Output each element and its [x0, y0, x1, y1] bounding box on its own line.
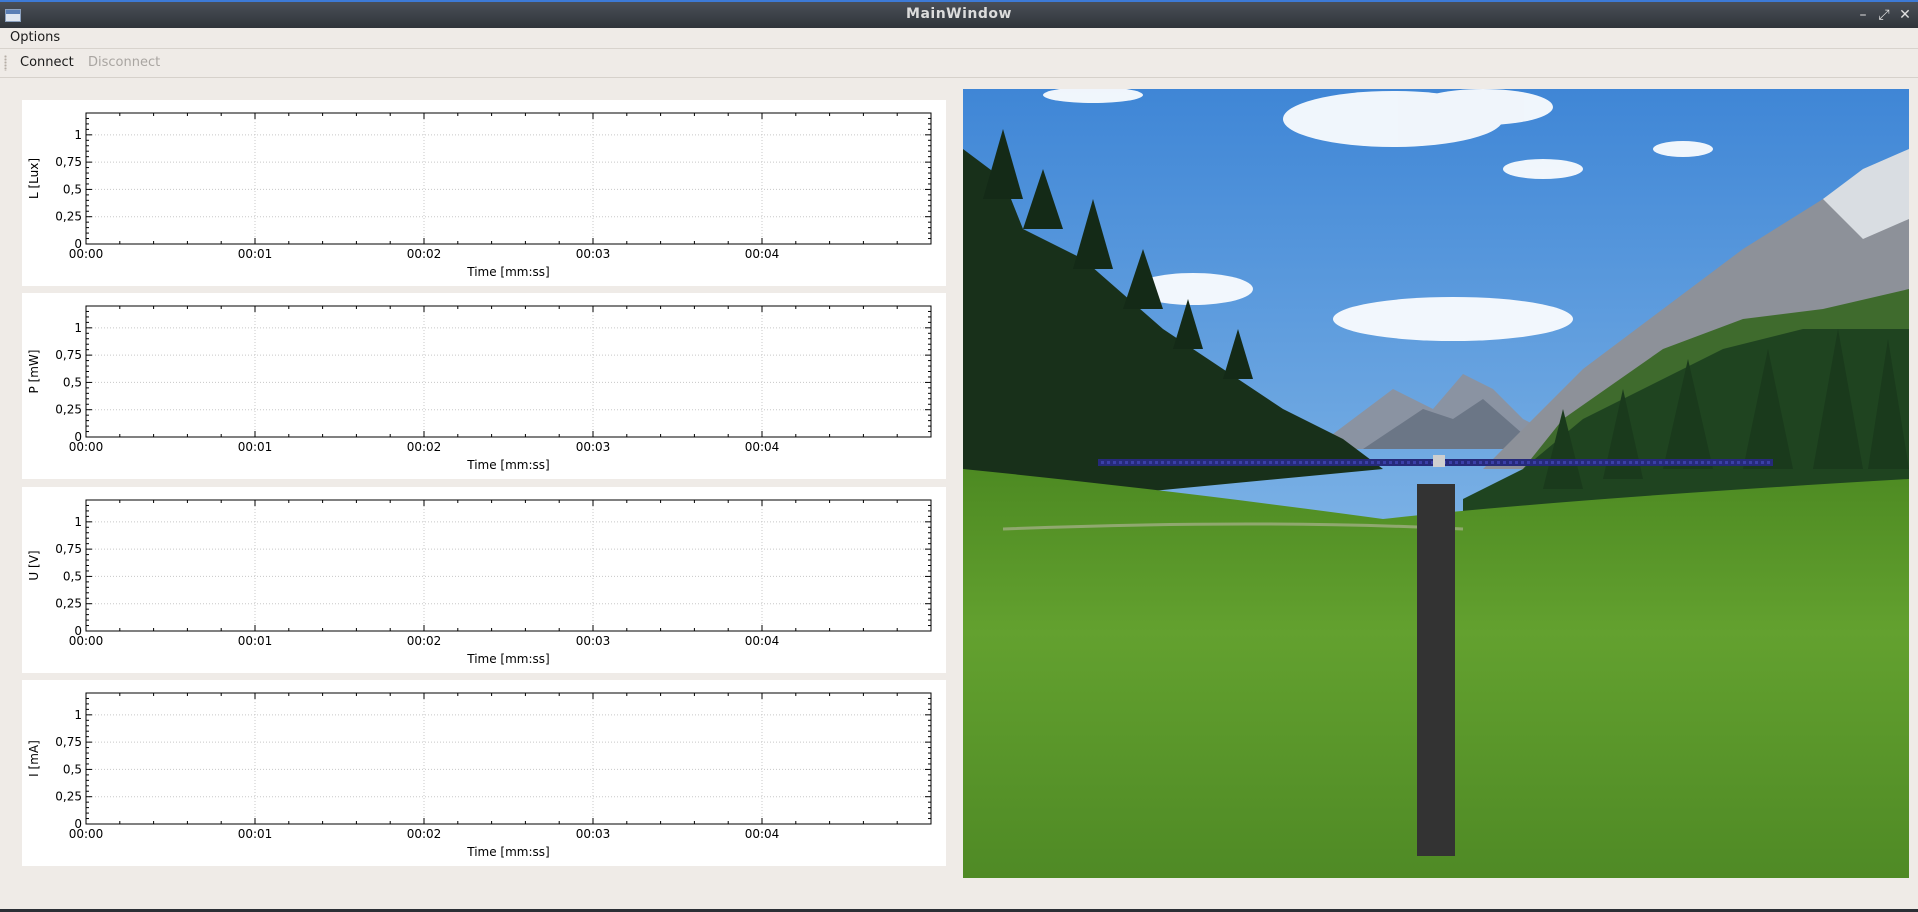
- solar-panel-left: [1098, 459, 1438, 466]
- panel-hinge: [1433, 455, 1445, 467]
- window-title: MainWindow: [906, 6, 1012, 22]
- y-axis-title: U [V]: [27, 550, 41, 580]
- x-tick-label: 00:04: [745, 634, 780, 648]
- y-tick-label: 0,75: [55, 155, 82, 169]
- y-tick-label: 0,25: [55, 403, 82, 417]
- menu-bar: Options: [0, 28, 1918, 49]
- power-plot: 00,250,50,75100:00 00:01 00:02 00:03 00:04Ti…: [27, 305, 932, 472]
- x-tick-label: 00:02: [407, 440, 442, 454]
- y-tick-label: 1: [74, 708, 82, 722]
- x-tick-label: 00:04: [745, 827, 780, 841]
- scene-svg: [963, 89, 1909, 878]
- plot-panel-power: 0 0,25 0,5 0,75 1 00:00 00:01 00:02 00:03 00:04 Ti…: [22, 293, 946, 479]
- plot-panel-voltage: 0 0,25 0,5 0,75 1 00:00 00:01 00:02 00:03 00:04 Ti…: [22, 487, 946, 673]
- x-tick-label: 00:02: [407, 827, 442, 841]
- x-axis-title: Time [mm:ss]: [466, 458, 549, 472]
- x-tick-label: 00:04: [745, 247, 780, 261]
- y-tick-label: 0,75: [55, 542, 82, 556]
- x-tick-label: 00:01: [238, 440, 273, 454]
- x-tick-label: 00:02: [407, 247, 442, 261]
- y-tick-label: 0,75: [55, 735, 82, 749]
- y-axis-title: I [mA]: [27, 740, 41, 777]
- x-tick-label: 00:03: [576, 247, 611, 261]
- y-tick-label: 0,25: [55, 597, 82, 611]
- y-tick-label: 0,5: [63, 569, 82, 583]
- y-tick-label: 1: [74, 321, 82, 335]
- x-axis-title: Time [mm:ss]: [466, 652, 549, 666]
- x-tick-label: 00:03: [576, 634, 611, 648]
- light-plot: 00,250,50,75100:00 00:01 00:02 00:03 00:04Ti…: [27, 112, 932, 279]
- plot-panel-current: 0 0,25 0,5 0,75 1 00:00 00:01 00:02 00:03 00:04 Ti…: [22, 680, 946, 866]
- menu-options[interactable]: Options: [10, 30, 60, 45]
- x-tick-label: 00:00: [69, 634, 104, 648]
- minimize-icon[interactable]: –: [1855, 7, 1871, 23]
- y-tick-label: 0,5: [63, 375, 82, 389]
- plot-frame: [85, 692, 932, 825]
- x-tick-label: 00:04: [745, 440, 780, 454]
- toolbar: Connect Disconnect: [0, 49, 1918, 78]
- close-icon[interactable]: ✕: [1897, 7, 1913, 23]
- x-tick-label: 00:03: [576, 440, 611, 454]
- y-axis-title: P [mW]: [27, 350, 41, 394]
- y-tick-label: 0,75: [55, 348, 82, 362]
- plot-panel-light: 0 0,25 0,5 0,75 1 00:00 00:01 00:02 00:03 00:04 Ti…: [22, 100, 946, 286]
- x-tick-label: 00:00: [69, 827, 104, 841]
- solar-panel-right: [1443, 459, 1773, 466]
- connect-button[interactable]: Connect: [20, 55, 74, 70]
- title-bar[interactable]: MainWindow – ⤢ ✕: [0, 0, 1918, 28]
- y-tick-label: 0,5: [63, 182, 82, 196]
- y-tick-label: 0,25: [55, 790, 82, 804]
- x-tick-label: 00:03: [576, 827, 611, 841]
- y-tick-label: 1: [74, 515, 82, 529]
- plot-frame: [85, 499, 932, 632]
- x-axis-title: Time [mm:ss]: [466, 845, 549, 859]
- y-tick-label: 0,25: [55, 210, 82, 224]
- x-tick-label: 00:01: [238, 247, 273, 261]
- y-axis-title: L [Lux]: [27, 158, 41, 199]
- x-tick-label: 00:02: [407, 634, 442, 648]
- x-axis-title: Time [mm:ss]: [466, 265, 549, 279]
- landscape-image: [963, 89, 1909, 878]
- current-plot: 00,250,50,75100:00 00:01 00:02 00:03 00:04Ti…: [27, 692, 932, 859]
- y-tick-label: 1: [74, 128, 82, 142]
- plot-frame: [85, 305, 932, 438]
- x-tick-label: 00:01: [238, 827, 273, 841]
- x-tick-label: 00:00: [69, 440, 104, 454]
- pole: [1417, 484, 1455, 856]
- toolbar-grip-icon[interactable]: [4, 55, 7, 71]
- disconnect-button[interactable]: Disconnect: [88, 55, 160, 70]
- y-tick-label: 0,5: [63, 762, 82, 776]
- maximize-icon[interactable]: ⤢: [1876, 7, 1892, 23]
- x-tick-label: 00:00: [69, 247, 104, 261]
- plot-frame: [85, 112, 932, 245]
- x-tick-label: 00:01: [238, 634, 273, 648]
- voltage-plot: 00,250,50,75100:00 00:01 00:02 00:03 00:04Ti…: [27, 499, 932, 666]
